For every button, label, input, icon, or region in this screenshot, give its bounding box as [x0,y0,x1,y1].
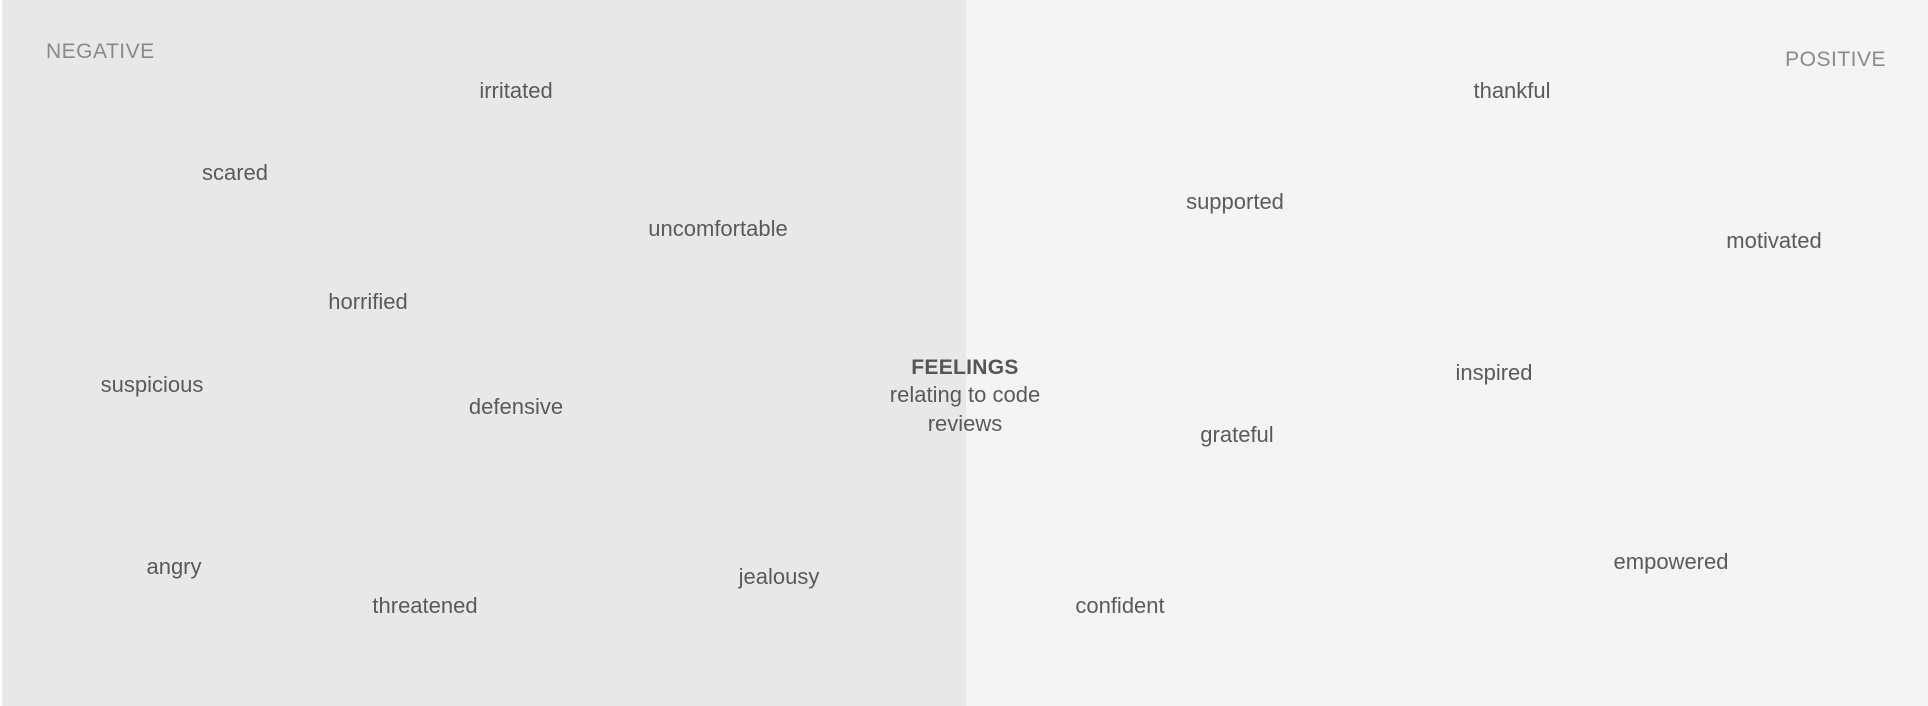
word-grateful: grateful [1200,422,1274,447]
word-scared: scared [201,160,269,185]
word-horrified: horrified [328,289,408,314]
word-uncomfortable: uncomfortable [648,216,788,241]
word-supported: supported [1186,189,1284,214]
word-defensive: defensive [468,394,564,419]
center-subtitle: relating to code reviews [889,382,1041,436]
negative-half [2,0,966,706]
word-empowered: empowered [1613,549,1729,574]
word-motivated: motivated [1726,228,1822,253]
word-irritated: irritated [479,78,553,103]
word-inspired: inspired [1455,360,1533,385]
word-suspicious: suspicious [100,372,204,397]
word-angry: angry [146,554,202,579]
word-thankful: thankful [1473,78,1551,103]
word-threatened: threatened [372,593,478,618]
word-jealousy: jealousy [738,564,820,589]
center-title-block: FEELINGS relating to code reviews [875,354,1055,438]
positive-label: POSITIVE [1785,48,1886,71]
feelings-diagram: NEGATIVE POSITIVE irritated scared uncom… [0,0,1928,706]
word-confident: confident [1075,593,1165,618]
negative-label: NEGATIVE [46,40,155,63]
center-title: FEELINGS [911,355,1019,379]
